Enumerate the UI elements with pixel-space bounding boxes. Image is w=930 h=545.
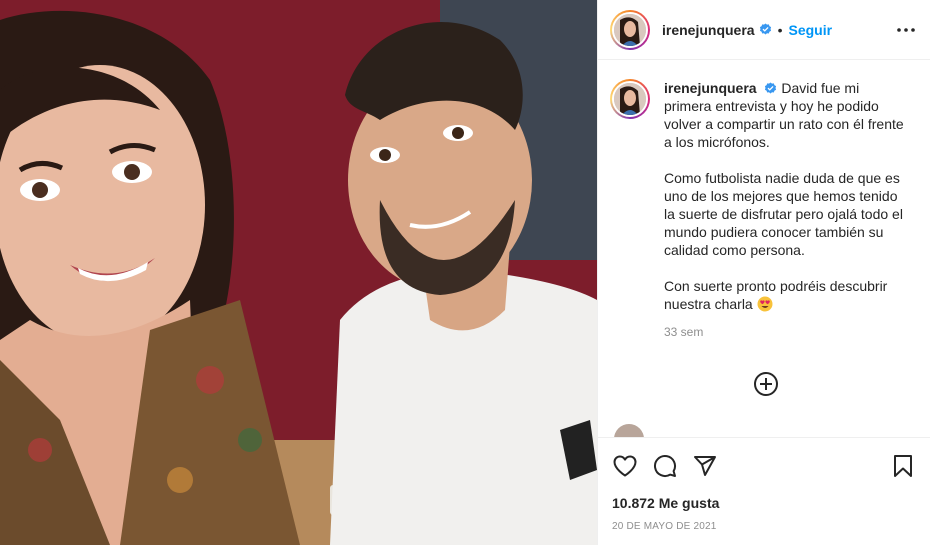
separator-dot: • — [777, 21, 783, 38]
post-header: irenejunquera • Seguir — [598, 0, 930, 60]
post-photo[interactable] — [0, 0, 597, 545]
author-avatar[interactable] — [610, 9, 650, 50]
follow-button[interactable]: Seguir — [789, 22, 833, 38]
caption-paragraph-2: Como futbolista nadie duda de que es uno… — [664, 170, 903, 258]
bookmark-icon[interactable] — [890, 453, 916, 479]
caption-text: irenejunquera David fue mi primera entre… — [664, 79, 904, 341]
caption-paragraph-3: Con suerte pronto podréis descubrir nues… — [664, 278, 888, 312]
share-icon[interactable] — [692, 453, 718, 479]
post-actions: 10.872 Me gusta 20 DE MAYO DE 2021 — [598, 437, 930, 532]
post-date[interactable]: 20 DE MAYO DE 2021 — [612, 521, 916, 532]
avatar-image — [614, 13, 646, 46]
caption-username[interactable]: irenejunquera — [664, 80, 757, 96]
like-count[interactable]: 10.872 Me gusta — [612, 495, 916, 511]
plus-circle-icon[interactable] — [753, 371, 779, 397]
post-detail-panel: irenejunquera • Seguir irenejunquera Dav… — [597, 0, 930, 545]
comment-avatar[interactable] — [614, 424, 644, 437]
verified-badge-icon — [765, 82, 777, 94]
partial-comment — [614, 424, 644, 437]
caption-avatar[interactable] — [610, 79, 650, 119]
comments-section[interactable]: irenejunquera David fue mi primera entre… — [598, 61, 930, 437]
author-username[interactable]: irenejunquera — [662, 22, 755, 38]
caption: irenejunquera David fue mi primera entre… — [610, 79, 914, 341]
verified-badge-icon — [759, 23, 771, 35]
selfie-photo — [0, 0, 597, 545]
comment-icon[interactable] — [652, 453, 678, 479]
action-bar — [612, 452, 916, 480]
caption-timestamp[interactable]: 33 sem — [664, 323, 904, 341]
heart-icon[interactable] — [612, 453, 638, 479]
avatar-image — [614, 83, 646, 115]
heart-eyes-emoji-icon — [757, 296, 773, 312]
more-options-icon[interactable] — [894, 18, 918, 42]
